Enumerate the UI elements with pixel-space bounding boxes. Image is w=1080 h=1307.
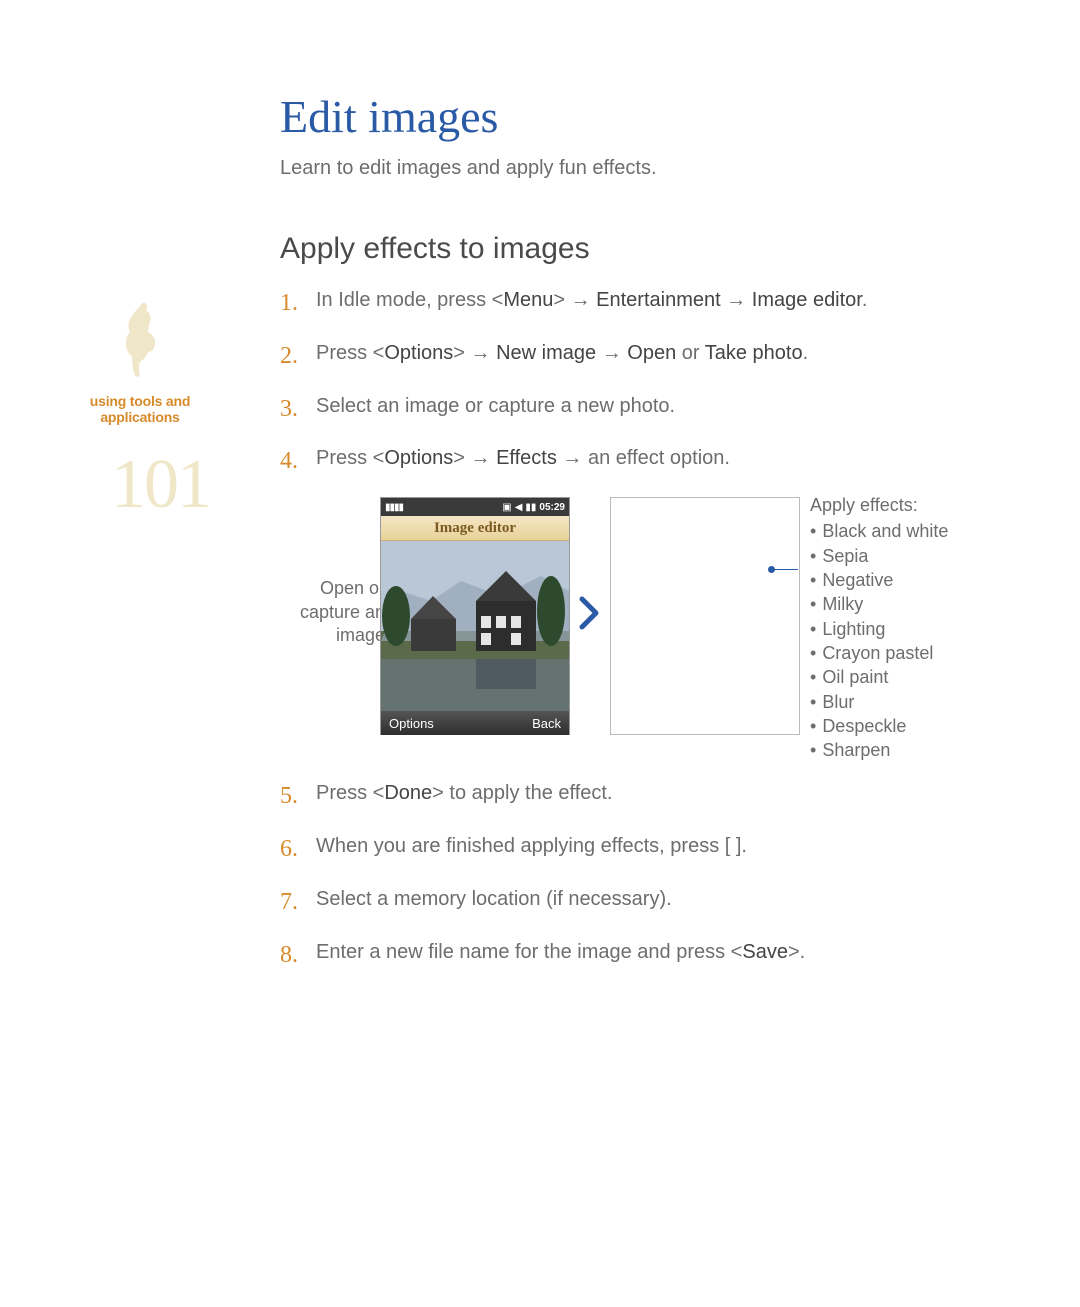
phone-clock: 05:29 [539,502,565,513]
step-5: 5. Press <Done> to apply the effect. [280,779,1010,814]
sidebar-silhouette-icon [70,300,210,385]
effect-item: Despeckle [810,714,948,738]
step-text: Select a memory location (if necessary). [316,885,1010,914]
content: Edit images Learn to edit images and app… [280,90,1010,972]
effect-item: Oil paint [810,665,948,689]
caption-open-capture: Open or capture an image [265,577,385,647]
step-text: Enter a new file name for the image and … [316,938,1010,967]
page-title: Edit images [280,90,1010,143]
manual-page: using tools and applications 101 Edit im… [0,0,1080,1307]
step-text: When you are finished applying effects, … [316,832,1010,861]
step-number: 3. [280,392,316,427]
callout-line [772,569,798,570]
arrow-right-icon [578,595,600,636]
intro-text: Learn to edit images and apply fun effec… [280,157,1010,180]
step-text: Press <Done> to apply the effect. [316,779,1010,808]
step-number: 2. [280,339,316,374]
phone-image-preview [381,541,569,711]
phone-softkeys: Options Back [381,711,569,735]
step-7: 7. Select a memory location (if necessar… [280,885,1010,920]
step-1: 1. In Idle mode, press <Menu> → Entertai… [280,286,1010,321]
phone-screenshot-1: ▮▮▮▮ ▣ ◀ ▮▮ 05:29 Image editor [380,497,570,735]
steps-list-cont: 5. Press <Done> to apply the effect. 6. … [280,779,1010,972]
effects-header: Apply effects: [810,493,948,517]
effect-item: Crayon pastel [810,641,948,665]
step-4: 4. Press <Options> → Effects → an effect… [280,444,1010,479]
section-subtitle: Apply effects to images [280,232,1010,266]
effect-item: Black and white [810,519,948,543]
step-2: 2. Press <Options> → New image → Open or… [280,339,1010,374]
phone-titlebar: Image editor [381,516,569,541]
section-label: using tools and applications [70,393,210,425]
step-text: Press <Options> → New image → Open or Ta… [316,339,1010,368]
effects-list: Black and white Sepia Negative Milky Lig… [810,519,948,762]
effects-panel: Apply effects: Black and white Sepia Neg… [810,493,948,762]
signal-icon: ▮▮▮▮ [385,502,403,513]
figure-row: Open or capture an image ▮▮▮▮ ▣ ◀ ▮▮ 05:… [280,497,1010,757]
step-6: 6. When you are finished applying effect… [280,832,1010,867]
step-3: 3. Select an image or capture a new phot… [280,392,1010,427]
step-number: 5. [280,779,316,814]
softkey-back: Back [532,716,561,731]
phone-statusbar: ▮▮▮▮ ▣ ◀ ▮▮ 05:29 [381,498,569,516]
effect-item: Milky [810,592,948,616]
step-text: Select an image or capture a new photo. [316,392,1010,421]
softkey-options: Options [389,716,434,731]
step-8: 8. Enter a new file name for the image a… [280,938,1010,973]
effect-item: Lighting [810,617,948,641]
status-icon: ▣ [502,502,511,513]
step-number: 8. [280,938,316,973]
step-number: 6. [280,832,316,867]
step-number: 1. [280,286,316,321]
step-number: 4. [280,444,316,479]
page-number: 101 [70,445,210,525]
sidebar: using tools and applications 101 [70,300,210,525]
mute-icon: ◀ [515,502,523,513]
battery-icon: ▮▮ [525,502,536,513]
step-number: 7. [280,885,316,920]
effect-item: Sharpen [810,738,948,762]
step-text: In Idle mode, press <Menu> → Entertainme… [316,286,1010,315]
step-text: Press <Options> → Effects → an effect op… [316,444,1010,473]
effect-item: Sepia [810,544,948,568]
phone-screenshot-2-blank [610,497,800,735]
effect-item: Negative [810,568,948,592]
effect-item: Blur [810,690,948,714]
steps-list: 1. In Idle mode, press <Menu> → Entertai… [280,286,1010,479]
